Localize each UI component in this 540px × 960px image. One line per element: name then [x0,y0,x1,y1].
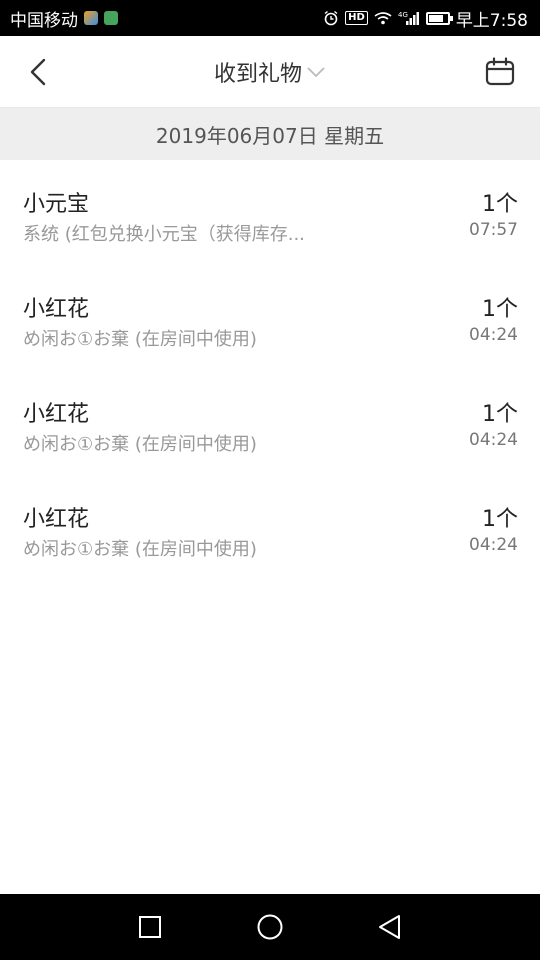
gift-time: 04:24 [469,535,518,555]
circle-icon [257,914,283,940]
gift-source: め闲お①お棄 (在房间中使用) [23,329,257,350]
battery-icon [425,11,453,25]
app-notification-icon [104,11,118,25]
gift-list-item[interactable]: 小元宝 系统 (红包兑换小元宝（获得库存... 1个 07:57 [0,160,540,265]
gift-name: 小元宝 [23,192,90,217]
calendar-icon [485,57,515,86]
title-wrap: 收到礼物 [0,36,540,107]
status-time: 早上7:58 [455,10,528,31]
signal-icon: 4G [398,10,420,26]
gift-count: 1个 [482,297,518,322]
triangle-back-icon [379,915,400,939]
status-bar: 中国移动 HD 4G 早上7:58 [0,0,540,36]
calendar-button[interactable] [480,52,520,92]
gift-source: め闲お①お棄 (在房间中使用) [23,539,257,560]
wifi-icon [374,11,392,25]
title-dropdown[interactable]: 收到礼物 [214,56,326,88]
home-button[interactable] [210,894,330,960]
app-notification-icon [84,11,98,25]
screen: 中国移动 HD 4G 早上7:58 收到礼物 2019年06月07日 星期五 小… [0,0,540,960]
recent-apps-button[interactable] [90,894,210,960]
square-icon [139,916,161,938]
date-section-header: 2019年06月07日 星期五 [0,108,540,160]
hd-icon: HD [345,11,368,25]
gift-list-item[interactable]: 小红花 め闲お①お棄 (在房间中使用) 1个 04:24 [0,475,540,580]
gift-time: 07:57 [469,220,518,240]
status-right: HD 4G 早上7:58 [323,6,528,31]
gift-source: め闲お①お棄 (在房间中使用) [23,434,257,455]
carrier-label: 中国移动 [10,10,78,31]
gift-name: 小红花 [23,507,90,532]
back-button[interactable] [18,52,58,92]
gift-count: 1个 [482,507,518,532]
gift-count: 1个 [482,192,518,217]
chevron-left-icon [30,58,46,86]
gift-name: 小红花 [23,297,90,322]
gift-list-item[interactable]: 小红花 め闲お①お棄 (在房间中使用) 1个 04:24 [0,370,540,475]
gift-time: 04:24 [469,430,518,450]
gift-list: 小元宝 系统 (红包兑换小元宝（获得库存... 1个 07:57 小红花 め闲お… [0,160,540,580]
gift-list-item[interactable]: 小红花 め闲お①お棄 (在房间中使用) 1个 04:24 [0,265,540,370]
gift-time: 04:24 [469,325,518,345]
gift-name: 小红花 [23,402,90,427]
system-nav-bar [0,894,540,960]
chevron-down-icon [307,66,325,77]
page-title: 收到礼物 [213,61,302,87]
alarm-icon [323,10,339,26]
gift-count: 1个 [482,402,518,427]
network-type-label: 4G [398,11,408,19]
back-nav-button[interactable] [330,894,450,960]
status-left: 中国移动 [10,6,118,31]
gift-source: 系统 (红包兑换小元宝（获得库存... [23,224,305,245]
header: 收到礼物 [0,36,540,108]
